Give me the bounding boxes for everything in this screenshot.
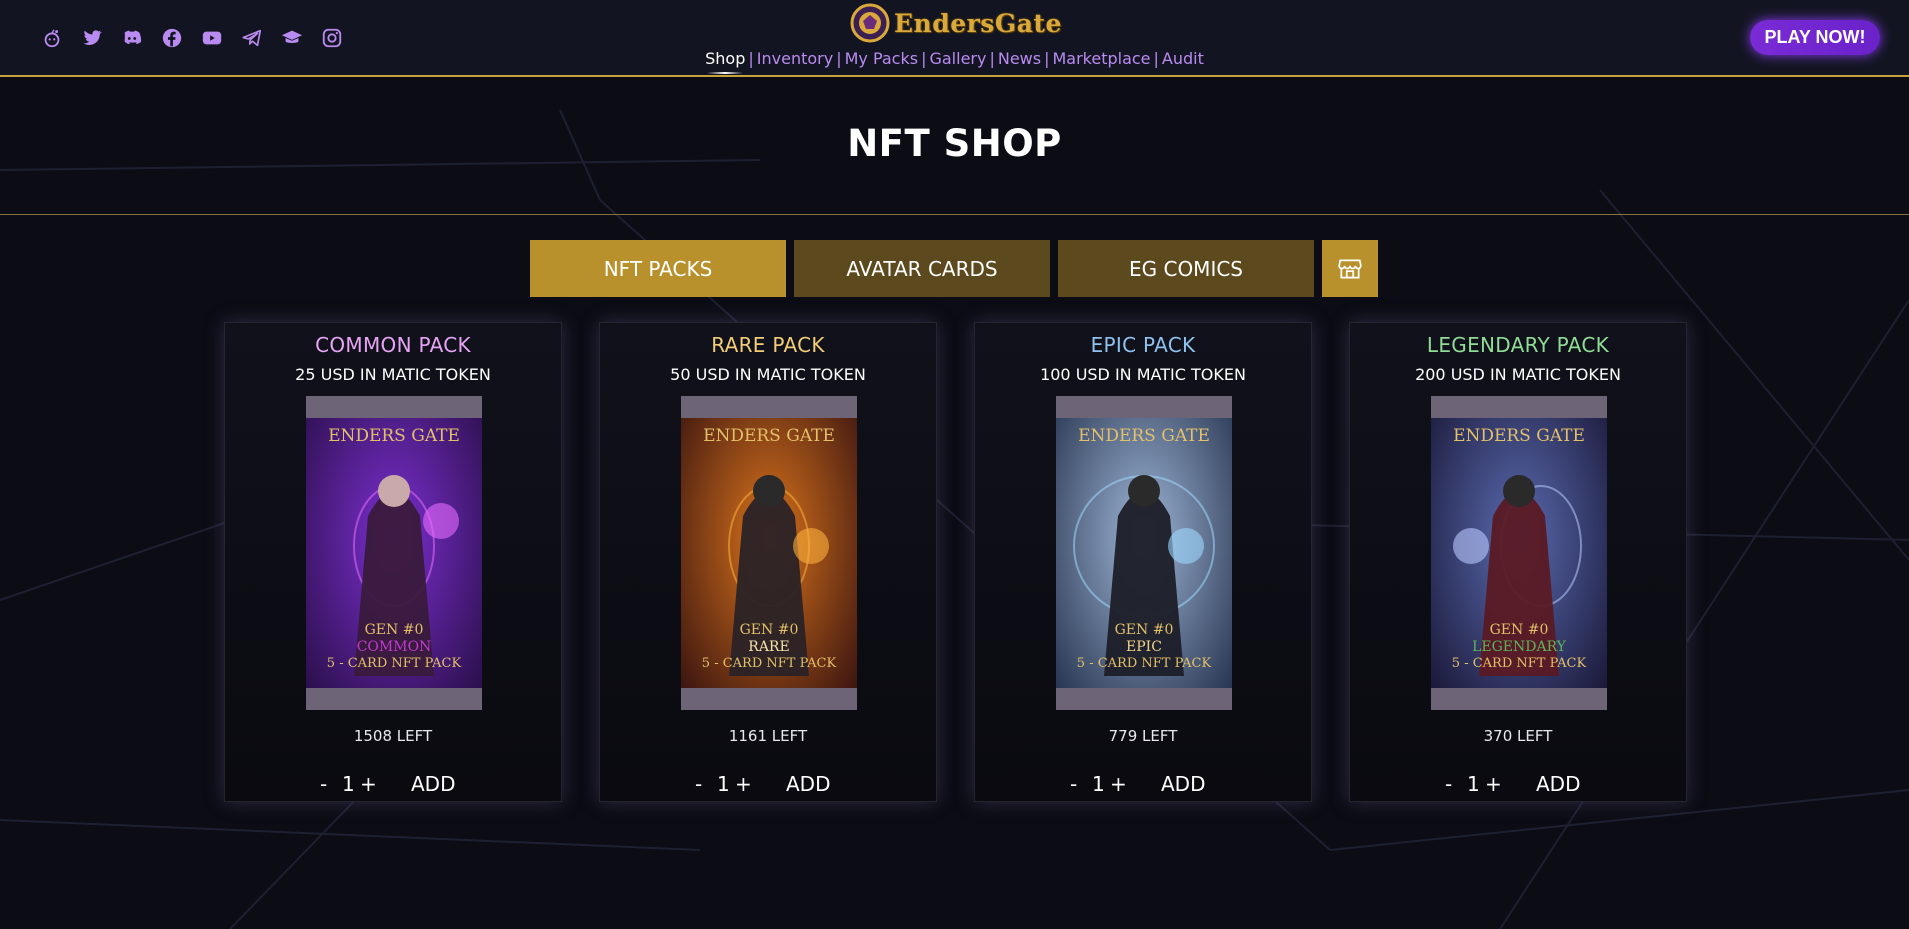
increase-quantity-button[interactable]: +: [1110, 772, 1127, 796]
increase-quantity-button[interactable]: +: [360, 772, 377, 796]
discord-icon[interactable]: [120, 26, 144, 50]
add-to-cart-button[interactable]: ADD: [1161, 772, 1205, 796]
nav-news[interactable]: News: [998, 49, 1041, 68]
pack-description-text: 5 - CARD NFT PACK: [1077, 656, 1212, 671]
decrease-quantity-button[interactable]: -: [1445, 772, 1452, 796]
tab-nft-packs[interactable]: NFT PACKS: [530, 240, 786, 297]
add-to-cart-button[interactable]: ADD: [411, 772, 455, 796]
docs-icon[interactable]: [280, 26, 304, 50]
nav-audit[interactable]: Audit: [1162, 49, 1204, 68]
add-to-cart-button[interactable]: ADD: [1536, 772, 1580, 796]
pack-brand-text: ENDERS GATE: [1078, 426, 1210, 446]
pack-remaining: 1508 LEFT: [353, 727, 433, 745]
pack-price: 50 USD IN MATIC TOKEN: [670, 365, 866, 384]
pack-gen-text: GEN #0: [1490, 622, 1549, 638]
pack-gen-text: GEN #0: [1115, 622, 1174, 638]
social-links: [40, 26, 344, 50]
quantity-value: 1: [342, 772, 355, 796]
quantity-row: - 1 + ADD: [1445, 772, 1605, 796]
pack-card-legendary-pack: LEGENDARY PACK 200 USD IN MATIC TOKEN EN…: [1349, 322, 1687, 802]
site-logo[interactable]: EndersGate: [850, 3, 1062, 43]
nav-separator: |: [748, 49, 754, 68]
decrease-quantity-button[interactable]: -: [695, 772, 702, 796]
pack-remaining: 779 LEFT: [1108, 727, 1178, 745]
pack-remaining: 370 LEFT: [1483, 727, 1553, 745]
twitter-icon[interactable]: [80, 26, 104, 50]
pack-title: EPIC PACK: [1090, 333, 1196, 357]
nav-separator: |: [1044, 49, 1050, 68]
pack-rarity-text: COMMON: [357, 639, 432, 655]
decrease-quantity-button[interactable]: -: [320, 772, 327, 796]
quantity-value: 1: [1092, 772, 1105, 796]
quantity-value: 1: [717, 772, 730, 796]
pack-price: 25 USD IN MATIC TOKEN: [295, 365, 491, 384]
nav-inventory[interactable]: Inventory: [757, 49, 833, 68]
nav-shop[interactable]: Shop: [705, 49, 745, 68]
quantity-row: - 1 + ADD: [1070, 772, 1230, 796]
pack-title: LEGENDARY PACK: [1426, 333, 1610, 357]
top-header: EndersGate Shop | Inventory | My Packs | Galle…: [0, 0, 1909, 77]
nav-separator: |: [1153, 49, 1159, 68]
pack-description-text: 5 - CARD NFT PACK: [702, 656, 837, 671]
tab-eg-comics[interactable]: EG COMICS: [1058, 240, 1314, 297]
pack-brand-text: ENDERS GATE: [703, 426, 835, 446]
pack-description-text: 5 - CARD NFT PACK: [327, 656, 462, 671]
pack-card-common-pack: COMMON PACK 25 USD IN MATIC TOKEN ENDERS…: [224, 322, 562, 802]
nav-gallery[interactable]: Gallery: [929, 49, 986, 68]
pack-rarity-text: LEGENDARY: [1472, 639, 1567, 655]
nav-separator: |: [989, 49, 995, 68]
pack-brand-text: ENDERS GATE: [1453, 426, 1585, 446]
telegram-icon[interactable]: [240, 26, 264, 50]
pack-rarity-text: EPIC: [1126, 639, 1162, 655]
nav-separator: |: [921, 49, 927, 68]
store-icon: [1338, 258, 1362, 279]
increase-quantity-button[interactable]: +: [735, 772, 752, 796]
decrease-quantity-button[interactable]: -: [1070, 772, 1077, 796]
pack-gen-text: GEN #0: [740, 622, 799, 638]
pack-card-rare-pack: RARE PACK 50 USD IN MATIC TOKEN ENDERS G…: [599, 322, 937, 802]
nav-my-packs[interactable]: My Packs: [845, 49, 919, 68]
logo-emblem-icon: [850, 3, 890, 43]
play-now-button[interactable]: PLAY NOW!: [1750, 20, 1880, 55]
quantity-row: - 1 + ADD: [320, 772, 480, 796]
pack-rarity-text: RARE: [748, 639, 789, 655]
quantity-value: 1: [1467, 772, 1480, 796]
nav-marketplace[interactable]: Marketplace: [1052, 49, 1150, 68]
quantity-row: - 1 + ADD: [695, 772, 855, 796]
pack-price: 200 USD IN MATIC TOKEN: [1415, 365, 1621, 384]
title-band: NFT SHOP: [0, 77, 1909, 215]
pack-image[interactable]: ENDERS GATE GEN #0RARE5 - CARD NFT PACK: [681, 396, 857, 710]
pack-image[interactable]: ENDERS GATE GEN #0COMMON5 - CARD NFT PACK: [306, 396, 482, 710]
page-title: NFT SHOP: [847, 122, 1062, 165]
add-to-cart-button[interactable]: ADD: [786, 772, 830, 796]
facebook-icon[interactable]: [160, 26, 184, 50]
pack-image[interactable]: ENDERS GATE GEN #0LEGENDARY5 - CARD NFT P…: [1431, 396, 1607, 710]
tab-avatar-cards[interactable]: AVATAR CARDS: [794, 240, 1050, 297]
youtube-icon[interactable]: [200, 26, 224, 50]
pack-brand-text: ENDERS GATE: [328, 426, 460, 446]
nav-separator: |: [836, 49, 842, 68]
pack-remaining: 1161 LEFT: [728, 727, 808, 745]
instagram-icon[interactable]: [320, 26, 344, 50]
pack-price: 100 USD IN MATIC TOKEN: [1040, 365, 1246, 384]
main-nav: Shop | Inventory | My Packs | Gallery | News | Mar…: [0, 49, 1909, 68]
pack-card-epic-pack: EPIC PACK 100 USD IN MATIC TOKEN ENDERS …: [974, 322, 1312, 802]
pack-description-text: 5 - CARD NFT PACK: [1452, 656, 1587, 671]
increase-quantity-button[interactable]: +: [1485, 772, 1502, 796]
pack-title: COMMON PACK: [315, 333, 471, 357]
reddit-icon[interactable]: [40, 26, 64, 50]
store-button[interactable]: [1322, 240, 1378, 297]
logo-text: EndersGate: [894, 8, 1062, 38]
pack-title: RARE PACK: [711, 333, 825, 357]
pack-gen-text: GEN #0: [365, 622, 424, 638]
pack-image[interactable]: ENDERS GATE GEN #0EPIC5 - CARD NFT PACK: [1056, 396, 1232, 710]
